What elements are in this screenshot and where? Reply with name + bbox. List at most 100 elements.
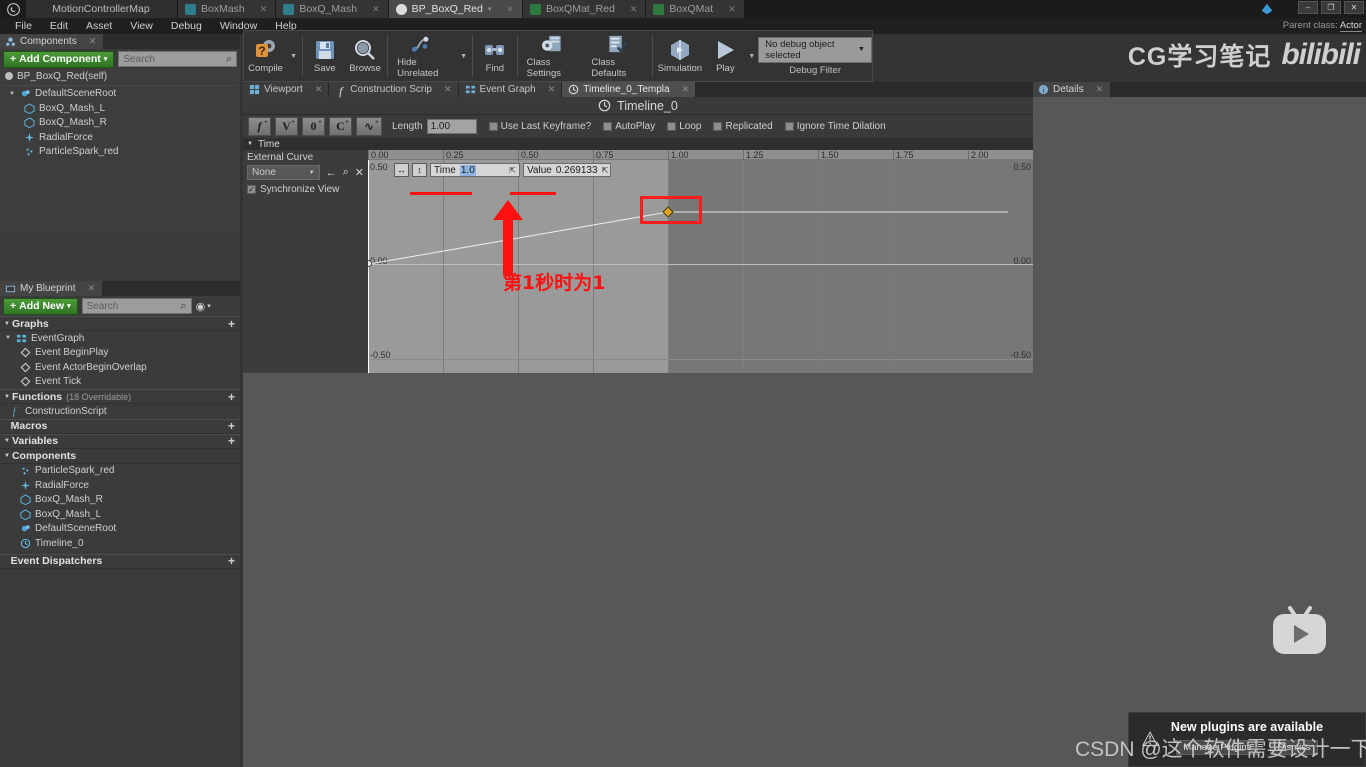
- class-defaults-button[interactable]: Class Defaults: [584, 31, 649, 81]
- close-icon[interactable]: ✕: [436, 84, 452, 95]
- play-button[interactable]: Play: [705, 31, 745, 81]
- maximize-button[interactable]: ❐: [1321, 1, 1341, 14]
- tree-row-boxq-mash-r[interactable]: BoxQ_Mash_R: [0, 116, 240, 131]
- loop-checkbox[interactable]: Loop: [667, 121, 701, 132]
- tree-row-radialforce[interactable]: RadialForce: [0, 130, 240, 145]
- section-components-vars[interactable]: ▼ Components: [0, 448, 240, 464]
- section-functions[interactable]: ▼ Functions (18 Overridable) +: [0, 389, 240, 404]
- menu-view[interactable]: View: [121, 18, 162, 34]
- replicated-checkbox[interactable]: Replicated: [713, 121, 773, 132]
- myblueprint-search-input[interactable]: Search ⌕: [81, 298, 192, 314]
- expand-icon[interactable]: ⇱: [509, 166, 516, 175]
- keyframe-time-field[interactable]: Time 1.0 ⇱: [430, 163, 520, 177]
- use-last-keyframe-checkbox[interactable]: Use Last Keyframe?: [488, 121, 591, 132]
- tree-row-event-tick[interactable]: Event Tick: [0, 375, 240, 390]
- close-icon[interactable]: ✕: [540, 84, 556, 95]
- var-row-defaultsceneroot[interactable]: DefaultSceneRoot: [0, 522, 240, 537]
- section-macros[interactable]: ▶ Macros +: [0, 418, 240, 434]
- close-icon[interactable]: ✕: [718, 4, 736, 15]
- section-graphs[interactable]: ▼ Graphs +: [0, 316, 240, 331]
- tree-row-defaultsceneroot[interactable]: ▼ DefaultSceneRoot: [0, 87, 240, 102]
- pan-vertical-button[interactable]: ↕: [412, 163, 427, 177]
- keyframe-value-field[interactable]: Value 0.269133 ⇱: [523, 163, 611, 177]
- add-external-curve-button[interactable]: ∿ +: [356, 117, 382, 136]
- browse-button[interactable]: Browse: [345, 31, 385, 81]
- track-header-time[interactable]: ▼ Time: [243, 138, 1033, 150]
- doctab-timeline-0[interactable]: Timeline_0_Templa ✕: [562, 82, 697, 97]
- parent-class-value[interactable]: Actor: [1339, 20, 1362, 32]
- close-icon[interactable]: ✕: [88, 283, 96, 294]
- var-row-radialforce[interactable]: RadialForce: [0, 478, 240, 493]
- tab-boxmash[interactable]: BoxMash ✕: [178, 0, 277, 18]
- close-icon[interactable]: ✕: [674, 84, 690, 95]
- tab-bp-boxq-red[interactable]: BP_BoxQ_Red ▾ ✕: [388, 0, 523, 18]
- tab-boxqmat[interactable]: BoxQMat ✕: [646, 0, 745, 18]
- chevron-down-icon[interactable]: ▼: [4, 394, 10, 400]
- class-settings-button[interactable]: Class Settings: [520, 31, 585, 81]
- var-row-boxq-mash-l[interactable]: BoxQ_Mash_L: [0, 507, 240, 522]
- synchronize-view-checkbox[interactable]: ✓ Synchronize View: [247, 184, 364, 195]
- close-icon[interactable]: ✕: [307, 84, 323, 95]
- add-graph-button[interactable]: +: [228, 317, 235, 331]
- tab-components[interactable]: Components ✕: [0, 34, 104, 49]
- add-dispatcher-button[interactable]: +: [228, 554, 235, 568]
- components-search-input[interactable]: Search ⌕: [118, 51, 237, 67]
- add-function-button[interactable]: +: [228, 390, 235, 404]
- time-ruler[interactable]: 0.00 0.25 0.50 0.75 1.00 1.25 1.50 1.75 …: [368, 150, 1033, 160]
- use-selected-asset-icon[interactable]: ←: [326, 167, 337, 179]
- compile-options-caret[interactable]: ▼: [287, 31, 300, 81]
- play-options-caret[interactable]: ▼: [745, 31, 758, 81]
- var-row-boxq-mash-r[interactable]: BoxQ_Mash_R: [0, 493, 240, 508]
- clear-asset-icon[interactable]: ✕: [355, 166, 364, 179]
- tab-boxqmat-red[interactable]: BoxQMat_Red ✕: [522, 0, 647, 18]
- add-event-track-button[interactable]: 0 +: [302, 117, 325, 136]
- ignore-time-dilation-checkbox[interactable]: Ignore Time Dilation: [784, 121, 886, 132]
- section-variables[interactable]: ▼ Variables +: [0, 433, 240, 449]
- add-variable-button[interactable]: +: [228, 434, 235, 448]
- close-button[interactable]: ✕: [1344, 1, 1364, 14]
- chevron-down-icon[interactable]: ▼: [247, 141, 253, 147]
- simulation-button[interactable]: Simulation: [654, 31, 705, 81]
- doctab-event-graph[interactable]: Event Graph ✕: [458, 82, 563, 97]
- curve-canvas[interactable]: 0.50 0.50 0.00 0.00 -0.50 -0.50 第1秒时为1 ↔…: [368, 160, 1033, 376]
- section-event-dispatchers[interactable]: ▶ Event Dispatchers +: [0, 553, 240, 569]
- menu-file[interactable]: File: [6, 18, 41, 34]
- tree-row-eventgraph[interactable]: ▼ EventGraph: [0, 331, 240, 346]
- tree-row-constructionscript[interactable]: f ConstructionScript: [0, 404, 240, 419]
- save-button[interactable]: Save: [305, 31, 345, 81]
- compile-button[interactable]: ? Compile: [244, 31, 287, 81]
- find-button[interactable]: Find: [475, 31, 515, 81]
- hide-unrelated-button[interactable]: Hide Unrelated: [390, 31, 457, 81]
- tree-row-event-actorbeginoverlap[interactable]: Event ActorBeginOverlap: [0, 360, 240, 375]
- close-icon[interactable]: ✕: [1096, 84, 1104, 95]
- add-color-track-button[interactable]: C +: [329, 117, 352, 136]
- chevron-down-icon[interactable]: ▼: [9, 91, 16, 97]
- tree-row-particlespark-red[interactable]: ParticleSpark_red: [0, 145, 240, 160]
- close-icon[interactable]: ✕: [250, 4, 268, 15]
- tab-details[interactable]: i Details ✕: [1033, 82, 1111, 97]
- expand-icon[interactable]: ⇱: [602, 166, 609, 175]
- chevron-down-icon[interactable]: ▼: [4, 321, 10, 327]
- doctab-viewport[interactable]: Viewport ✕: [243, 82, 330, 97]
- tab-my-blueprint[interactable]: My Blueprint ✕: [0, 281, 103, 296]
- var-row-particlespark-red[interactable]: ParticleSpark_red: [0, 464, 240, 479]
- browse-asset-icon[interactable]: ⌕: [343, 166, 349, 179]
- tab-motioncontrollermap[interactable]: MotionControllerMap: [26, 0, 178, 18]
- close-icon[interactable]: ✕: [89, 36, 97, 47]
- chevron-down-icon[interactable]: ▼: [4, 453, 10, 459]
- menu-asset[interactable]: Asset: [77, 18, 121, 34]
- close-icon[interactable]: ✕: [362, 4, 380, 15]
- tab-boxq-mash[interactable]: BoxQ_Mash ✕: [276, 0, 389, 18]
- add-component-button[interactable]: + Add Component ▾: [3, 50, 115, 68]
- curve-plot-area[interactable]: 0.00 0.25 0.50 0.75 1.00 1.25 1.50 1.75 …: [368, 150, 1033, 376]
- chevron-down-icon[interactable]: ▼: [4, 438, 10, 444]
- empty-graph-canvas[interactable]: [243, 373, 1033, 767]
- doctab-construction-script[interactable]: f Construction Scrip ✕: [329, 82, 459, 98]
- menu-debug[interactable]: Debug: [162, 18, 211, 34]
- tree-row-event-beginplay[interactable]: Event BeginPlay: [0, 346, 240, 361]
- external-curve-select[interactable]: None ▼: [247, 165, 320, 180]
- view-options-button[interactable]: ◉ ▾: [196, 300, 211, 313]
- add-new-button[interactable]: + Add New ▾: [3, 297, 78, 315]
- tree-row-self[interactable]: BP_BoxQ_Red(self): [0, 69, 240, 84]
- autoplay-checkbox[interactable]: AutoPlay: [603, 121, 655, 132]
